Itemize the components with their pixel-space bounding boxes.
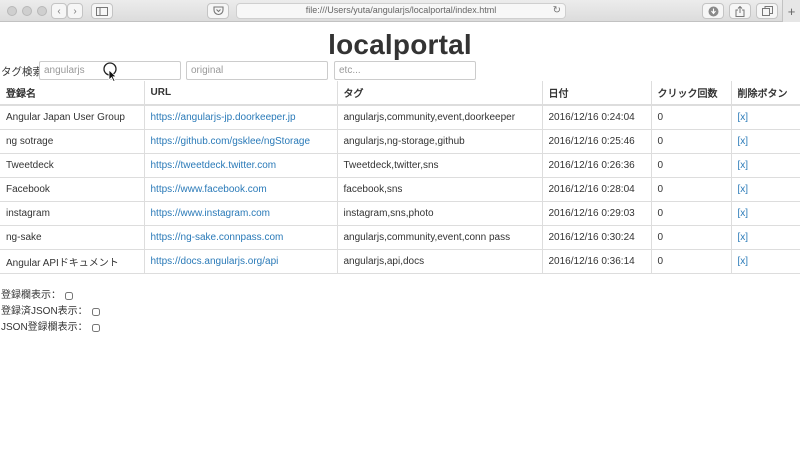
table-row: ng-sake https://ng-sake.connpass.com ang… (0, 224, 800, 249)
row-name: Tweetdeck (0, 152, 144, 177)
row-url-link[interactable]: https://docs.angularjs.org/api (151, 256, 279, 267)
table-row: Tweetdeck https://tweetdeck.twitter.com … (0, 152, 800, 177)
row-url-link[interactable]: https://angularjs-jp.doorkeeper.jp (151, 112, 296, 123)
zoom-window-icon[interactable] (37, 6, 47, 16)
row-name: ng sotrage (0, 128, 144, 153)
delete-button[interactable]: [x] (738, 208, 749, 219)
column-header-clicks: クリック回数 (650, 81, 731, 106)
row-date: 2016/12/16 0:26:36 (541, 152, 651, 177)
row-click-count: 0 (650, 224, 731, 249)
row-click-count: 0 (650, 104, 731, 129)
table-row: instagram https://www.instagram.com inst… (0, 200, 800, 225)
column-header-name: 登録名 (0, 81, 144, 106)
row-tags: Tweetdeck,twitter,sns (336, 152, 542, 177)
row-tags: angularjs,community,event,doorkeeper (336, 104, 542, 129)
column-header-tags: タグ (336, 81, 542, 106)
row-click-count: 0 (650, 176, 731, 201)
chevron-right-icon: › (73, 5, 77, 17)
downloads-button[interactable] (702, 3, 724, 19)
registered-json-checkbox[interactable] (91, 307, 100, 316)
row-name: Angular Japan User Group (0, 104, 144, 129)
column-header-url: URL (143, 81, 337, 106)
row-name: ng-sake (0, 224, 144, 249)
delete-button[interactable]: [x] (738, 256, 749, 267)
chevron-left-icon: ‹ (57, 5, 61, 17)
pocket-icon (212, 6, 224, 16)
row-date: 2016/12/16 0:30:24 (541, 224, 651, 249)
row-click-count: 0 (650, 200, 731, 225)
row-date: 2016/12/16 0:28:04 (541, 176, 651, 201)
pocket-button[interactable] (207, 3, 229, 19)
toggle-registered-json: 登録済JSON表示： (1, 301, 100, 317)
row-url-link[interactable]: https://tweetdeck.twitter.com (151, 160, 277, 171)
row-click-count: 0 (650, 128, 731, 153)
row-date: 2016/12/16 0:36:14 (541, 248, 651, 274)
table-row: Angular Japan User Group https://angular… (0, 104, 800, 129)
address-text: file:///Users/yuta/angularjs/localportal… (305, 5, 497, 15)
row-url-link[interactable]: https://www.instagram.com (151, 208, 270, 219)
tag-search-row: タグ検索 (0, 61, 800, 81)
new-tab-button[interactable]: + (782, 0, 800, 22)
row-tags: angularjs,ng-storage,github (336, 128, 542, 153)
delete-button[interactable]: [x] (738, 160, 749, 171)
row-date: 2016/12/16 0:29:03 (541, 200, 651, 225)
tag-search-label: タグ検索 (1, 66, 43, 78)
plus-icon: + (787, 3, 796, 19)
delete-button[interactable]: [x] (738, 232, 749, 243)
row-url-link[interactable]: https://www.facebook.com (151, 184, 267, 195)
row-url-link[interactable]: https://ng-sake.connpass.com (151, 232, 284, 243)
tabs-icon (761, 6, 773, 16)
toggle-label: JSON登録欄表示： (1, 321, 88, 333)
minimize-window-icon[interactable] (22, 6, 32, 16)
share-button[interactable] (729, 3, 751, 19)
close-window-icon[interactable] (7, 6, 17, 16)
forward-button[interactable]: › (67, 3, 83, 19)
row-click-count: 0 (650, 152, 731, 177)
sidebar-icon (96, 6, 108, 16)
display-toggles: 登録欄表示： 登録済JSON表示： JSON登録欄表示： (1, 285, 100, 333)
toggle-json-register-form: JSON登録欄表示： (1, 317, 100, 333)
table-row: Angular APIドキュメント https://docs.angularjs… (0, 248, 800, 274)
row-tags: instagram,sns,photo (336, 200, 542, 225)
toggle-label: 登録欄表示： (1, 289, 61, 301)
delete-button[interactable]: [x] (738, 112, 749, 123)
toggle-register-form: 登録欄表示： (1, 285, 100, 301)
table-header-row: 登録名 URL タグ 日付 クリック回数 削除ボタン (0, 81, 800, 106)
row-name: instagram (0, 200, 144, 225)
row-tags: angularjs,community,event,conn pass (336, 224, 542, 249)
share-icon (735, 5, 745, 17)
row-click-count: 0 (650, 248, 731, 274)
delete-button[interactable]: [x] (738, 136, 749, 147)
toggle-label: 登録済JSON表示： (1, 305, 88, 317)
delete-button[interactable]: [x] (738, 184, 749, 195)
tag-search-input-3[interactable] (334, 61, 476, 80)
register-form-checkbox[interactable] (65, 291, 73, 300)
mouse-cursor-icon (103, 62, 118, 82)
page-title: localportal (328, 29, 472, 60)
column-header-delete: 削除ボタン (730, 81, 800, 106)
bookmark-table: 登録名 URL タグ 日付 クリック回数 削除ボタン Angular Japan… (0, 81, 800, 274)
row-date: 2016/12/16 0:25:46 (541, 128, 651, 153)
sidebar-button[interactable] (91, 3, 113, 19)
back-button[interactable]: ‹ (51, 3, 67, 19)
page-content: localportal タグ検索 登録名 URL タグ 日付 クリック回数 削除… (0, 23, 800, 453)
tag-search-input-2[interactable] (186, 61, 328, 80)
row-name: Angular APIドキュメント (0, 248, 144, 274)
table-row: Facebook https://www.facebook.com facebo… (0, 176, 800, 201)
row-url-link[interactable]: https://github.com/gsklee/ngStorage (151, 136, 311, 147)
row-tags: angularjs,api,docs (336, 248, 542, 274)
json-register-form-checkbox[interactable] (91, 323, 100, 332)
table-row: ng sotrage https://github.com/gsklee/ngS… (0, 128, 800, 153)
address-bar[interactable]: file:///Users/yuta/angularjs/localportal… (236, 3, 566, 19)
row-tags: facebook,sns (336, 176, 542, 201)
browser-toolbar: ‹ › file:///Users/yuta/angularjs/localpo… (0, 0, 800, 22)
download-icon (708, 6, 718, 16)
row-name: Facebook (0, 176, 144, 201)
row-date: 2016/12/16 0:24:04 (541, 104, 651, 129)
tabs-overview-button[interactable] (756, 3, 778, 19)
reload-icon[interactable]: ↻ (553, 5, 561, 16)
column-header-date: 日付 (541, 81, 651, 106)
